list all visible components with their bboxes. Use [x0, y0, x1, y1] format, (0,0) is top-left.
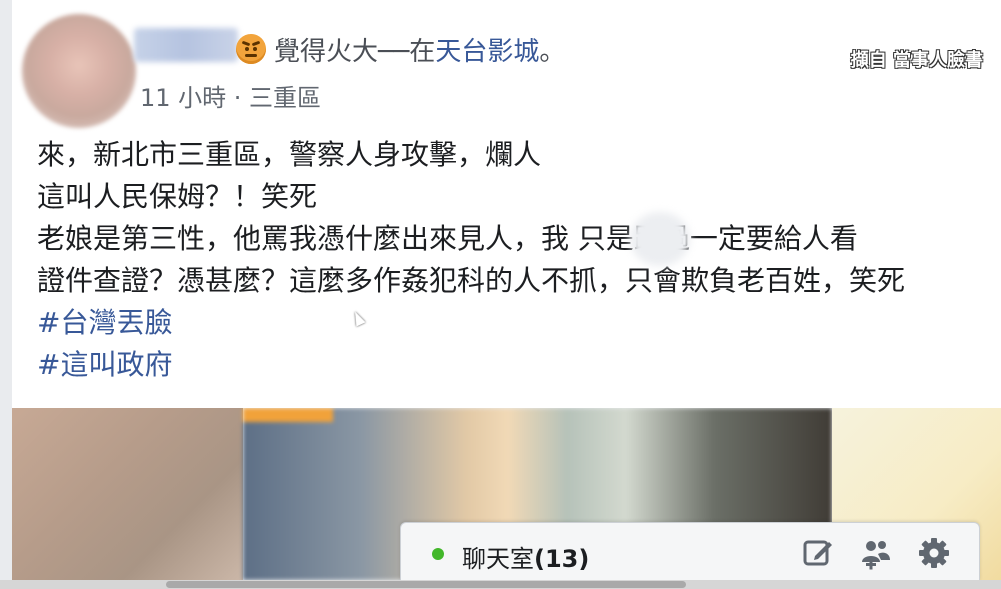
- online-status-dot: [432, 548, 444, 560]
- chat-count: (13): [534, 545, 590, 573]
- chat-title: 聊天室: [462, 545, 534, 573]
- horizontal-scrollbar[interactable]: [0, 580, 1001, 589]
- add-people-icon[interactable]: [859, 536, 893, 570]
- chat-label[interactable]: 聊天室(13): [462, 539, 589, 574]
- blurred-region: [630, 212, 690, 266]
- avatar[interactable]: [22, 14, 136, 128]
- post-body: 來，新北市三重區，警察人身攻擊，爛人 這叫人民保姆？！笑死 老娘是第三性，他罵我…: [37, 134, 1001, 386]
- post-line: 來，新北市三重區，警察人身攻擊，爛人: [37, 138, 542, 171]
- edit-icon[interactable]: [801, 536, 835, 570]
- hashtag-link[interactable]: #這叫政府: [37, 344, 1001, 386]
- scrollbar-thumb[interactable]: [166, 581, 686, 588]
- feeling-period: 。: [539, 37, 566, 67]
- post-line: 證件查證？憑甚麼？這麼多作姦犯科的人不抓，只會欺負老百姓，笑死: [37, 264, 906, 297]
- post-line: 這叫人民保姆？！笑死: [37, 180, 318, 213]
- author-name-blurred[interactable]: [134, 28, 238, 62]
- chat-bar[interactable]: 聊天室(13): [400, 522, 980, 581]
- gear-icon[interactable]: [917, 536, 951, 570]
- feeling-activity: 覺得火大──在天台影城。: [274, 31, 565, 68]
- post-line: 老娘是第三性，他罵我憑什麼出來見人，我 只是路過一定要給人看: [37, 222, 858, 255]
- watermark-caption: 擷自 當事人臉書: [850, 50, 983, 71]
- angry-face-icon: [236, 34, 266, 64]
- post-meta[interactable]: 11 小時 · 三重區: [140, 78, 321, 113]
- feeling-text: 覺得火大──在: [274, 37, 436, 67]
- place-link[interactable]: 天台影城: [435, 37, 539, 67]
- hashtag-link[interactable]: #台灣丟臉: [37, 302, 1001, 344]
- photo-thumbnail[interactable]: [12, 408, 243, 580]
